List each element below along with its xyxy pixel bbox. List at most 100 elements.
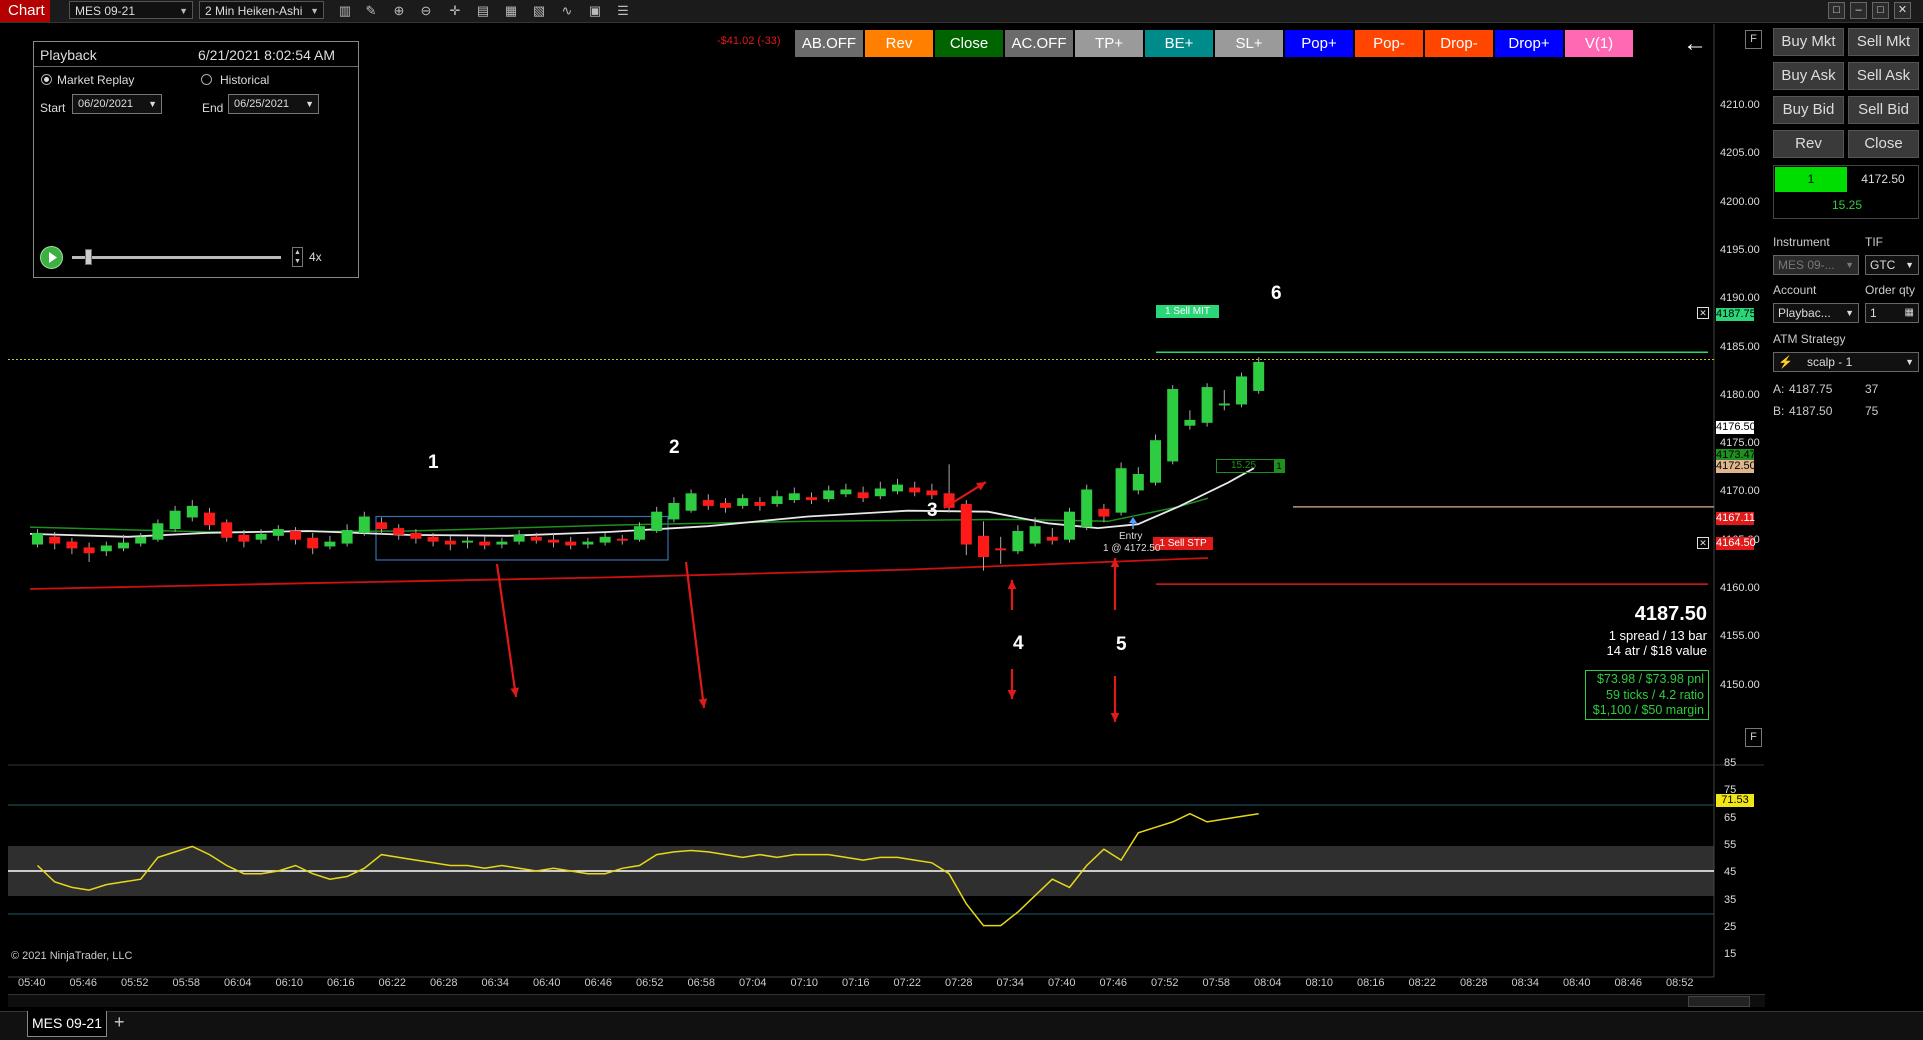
data-box-icon[interactable]: ▦ [502, 2, 520, 19]
zoom-out-icon[interactable]: ⊖ [417, 2, 435, 19]
playback-speed-thumb[interactable] [84, 249, 92, 265]
indicator-axis-label: 15 [1724, 948, 1737, 961]
chart-trader-panel: Buy Mkt Sell Mkt Buy Ask Sell Ask Buy Bi… [1765, 24, 1923, 1039]
indicator-f-button[interactable]: F [1745, 728, 1762, 747]
playback-panel: Playback 6/21/2021 8:02:54 AM Market Rep… [33, 41, 359, 278]
time-axis-label: 06:58 [687, 977, 716, 989]
candle-body [272, 529, 284, 536]
candle-body [307, 537, 319, 549]
chart-instrument-tab[interactable]: MES 09-21 [27, 1011, 107, 1037]
scrollbar-thumb[interactable] [1688, 996, 1750, 1007]
end-date-value: 06/25/2021 [234, 98, 290, 110]
candle-body [496, 541, 508, 545]
instrument-combo[interactable]: MES 09-... ▼ [1773, 255, 1859, 275]
position-marker[interactable]: 15.25 1 [1216, 459, 1285, 473]
start-date-value: 06/20/2021 [78, 98, 134, 110]
start-date-picker[interactable]: 06/20/2021 ▼ [72, 94, 162, 114]
candle-body [926, 490, 938, 496]
time-axis-label: 06:04 [224, 977, 252, 989]
draw-icon[interactable]: ✎ [362, 2, 380, 19]
crosshair-icon[interactable]: ✛ [446, 2, 464, 19]
candle-body [616, 538, 628, 541]
sell-bid-button[interactable]: Sell Bid [1848, 96, 1919, 124]
horizontal-scrollbar[interactable] [8, 994, 1765, 1007]
candle-body [1132, 474, 1144, 491]
time-axis-label: 07:04 [739, 977, 767, 989]
strategies-icon[interactable]: ▧ [530, 2, 548, 19]
tif-combo[interactable]: GTC ▼ [1865, 255, 1919, 275]
price-axis-label: 4190.00 [1720, 292, 1760, 305]
candle [651, 506, 663, 533]
templates-icon[interactable]: ▣ [586, 2, 604, 19]
chart-button-drop[interactable]: Drop- [1425, 30, 1493, 57]
instrument-selector[interactable]: MES 09-21 ▼ [69, 1, 193, 19]
candle-body [221, 522, 233, 538]
chart-button-pop[interactable]: Pop- [1355, 30, 1423, 57]
playback-speed-track[interactable] [72, 256, 281, 259]
cancel-mit-order-icon[interactable]: ✕ [1697, 307, 1709, 319]
market-replay-radio[interactable] [41, 74, 52, 85]
price-axis-label: 4180.00 [1720, 388, 1760, 401]
position-display: 1 4172.50 15.25 [1773, 165, 1919, 219]
candle-body [1029, 526, 1041, 544]
interval-selector[interactable]: 2 Min Heiken-Ashi ▼ [199, 1, 324, 19]
time-axis-label: 07:28 [945, 977, 973, 989]
ma-red-tag: 4167.11 [1716, 512, 1755, 525]
close-position-button[interactable]: Close [1848, 130, 1919, 158]
candle-body [410, 532, 422, 539]
atm-strategy-combo[interactable]: ⚡ scalp - 1 ▼ [1773, 352, 1919, 372]
chart-button-drop[interactable]: Drop+ [1495, 30, 1563, 57]
chart-button-close[interactable]: Close [935, 30, 1003, 57]
indicators-icon[interactable]: ∿ [558, 2, 576, 19]
chevron-down-icon: ▼ [148, 99, 157, 109]
play-button[interactable] [40, 246, 63, 269]
candle-body [479, 541, 491, 546]
chart-button-sl[interactable]: SL+ [1215, 30, 1283, 57]
cancel-stop-order-icon[interactable]: ✕ [1697, 537, 1709, 549]
properties-icon[interactable]: ▤ [474, 2, 492, 19]
chart-button-ab-off[interactable]: AB.OFF [795, 30, 863, 57]
minimize-icon[interactable]: – [1850, 2, 1867, 19]
link-icon[interactable]: □ [1828, 2, 1845, 19]
candle-body [582, 541, 594, 545]
zoom-in-icon[interactable]: ⊕ [390, 2, 408, 19]
chart-button-tp[interactable]: TP+ [1075, 30, 1143, 57]
time-axis-label: 06:16 [327, 977, 355, 989]
chart-window-tab[interactable]: Chart [0, 0, 50, 22]
end-date-picker[interactable]: 06/25/2021 ▼ [228, 94, 319, 114]
candle-body [32, 532, 43, 545]
time-axis-label: 06:40 [533, 977, 561, 989]
sell-market-button[interactable]: Sell Mkt [1848, 28, 1919, 56]
reverse-button[interactable]: Rev [1773, 130, 1844, 158]
buy-bid-button[interactable]: Buy Bid [1773, 96, 1844, 124]
calculator-icon[interactable]: ▦ [1905, 304, 1914, 322]
chevron-down-icon: ▼ [305, 99, 314, 109]
bars-icon[interactable]: ▥ [336, 2, 354, 19]
sell-stp-order-marker[interactable]: 1 Sell STP [1153, 537, 1213, 550]
account-combo[interactable]: Playbac... ▼ [1773, 303, 1859, 323]
chart-button-be[interactable]: BE+ [1145, 30, 1213, 57]
instrument-selector-value: MES 09-21 [75, 4, 136, 18]
order-qty-stepper[interactable]: 1 ▦ [1865, 303, 1919, 323]
chart-button-v-1[interactable]: V(1) [1565, 30, 1633, 57]
chart-button-rev[interactable]: Rev [865, 30, 933, 57]
indicator-axis-label: 25 [1724, 920, 1737, 933]
collapse-arrow-icon[interactable]: ← [1681, 30, 1709, 57]
add-tab-icon[interactable]: + [114, 1012, 125, 1033]
sell-ask-button[interactable]: Sell Ask [1848, 62, 1919, 90]
chart-button-ac-off[interactable]: AC.OFF [1005, 30, 1073, 57]
speed-spinner[interactable]: ▲ ▼ [292, 247, 303, 267]
chart-button-pop[interactable]: Pop+ [1285, 30, 1353, 57]
playback-title: Playback [40, 47, 97, 63]
annotation-1: 1 [428, 452, 439, 473]
panel-f-button[interactable]: F [1745, 30, 1762, 49]
candle [204, 507, 215, 531]
maximize-icon[interactable]: □ [1872, 2, 1889, 19]
time-axis-label: 05:58 [172, 977, 201, 989]
menu-icon[interactable]: ☰ [614, 2, 632, 19]
buy-market-button[interactable]: Buy Mkt [1773, 28, 1844, 56]
close-icon[interactable]: ✕ [1894, 2, 1911, 19]
buy-ask-button[interactable]: Buy Ask [1773, 62, 1844, 90]
sell-mit-order-marker[interactable]: 1 Sell MIT [1156, 305, 1219, 318]
historical-radio[interactable] [201, 74, 212, 85]
